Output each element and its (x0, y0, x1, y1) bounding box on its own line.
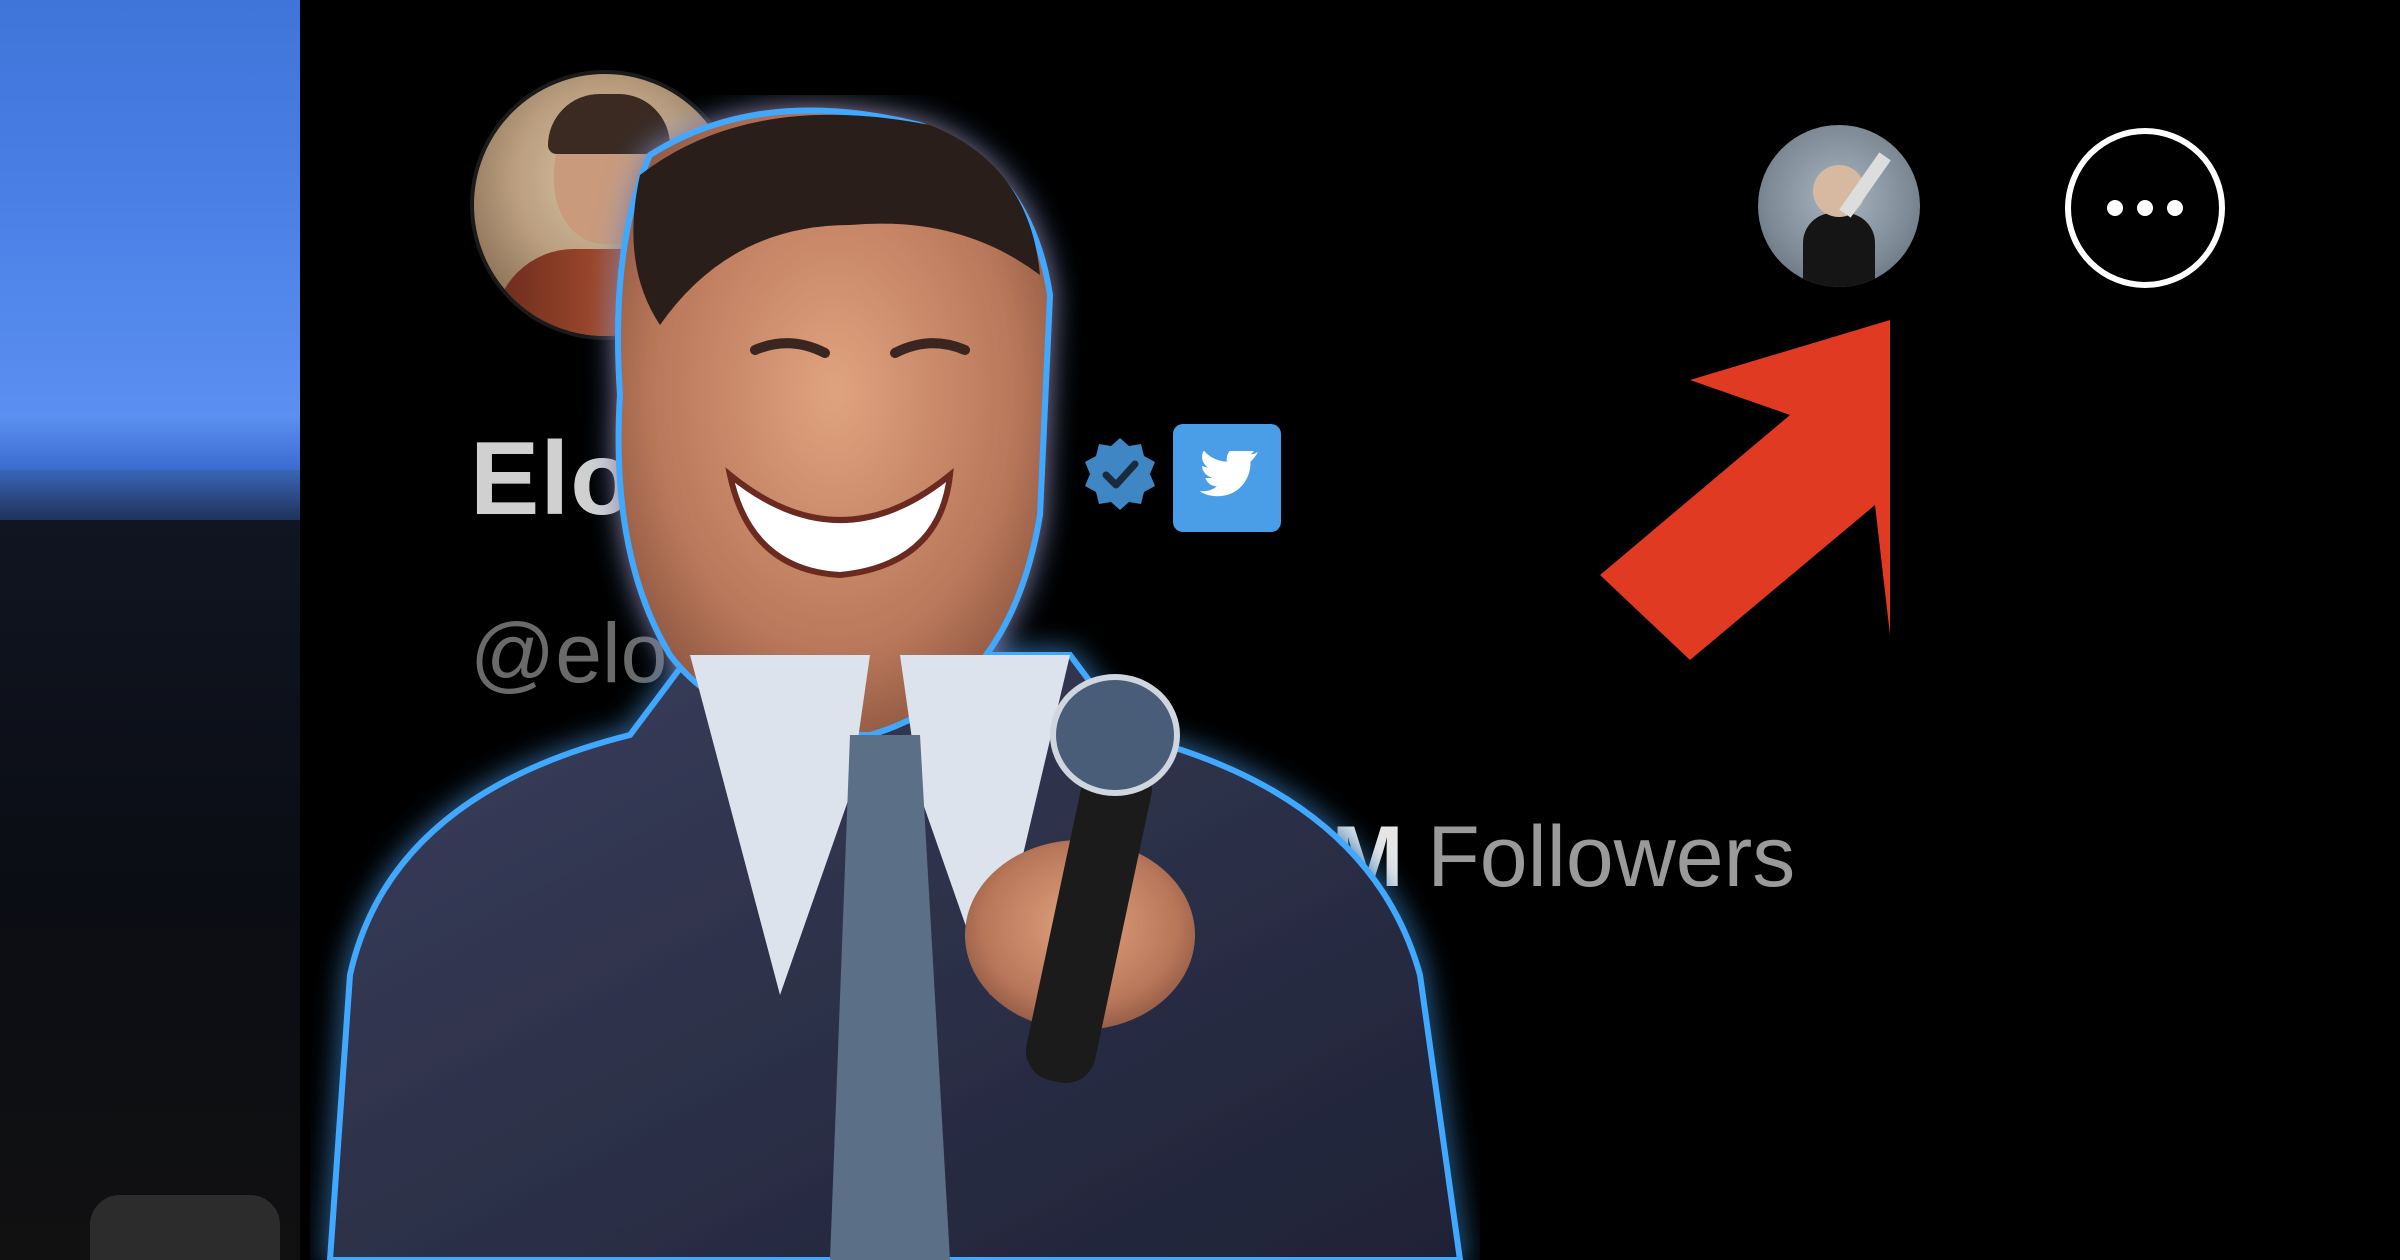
red-arrow-icon (1600, 320, 1890, 660)
more-dot (2137, 200, 2153, 216)
profile-display-name: Elon (470, 421, 700, 537)
profile-avatar[interactable] (470, 70, 740, 340)
thumbnail-canvas: Elon @elo .4M Followers (0, 0, 2400, 1260)
left-background-strip (0, 0, 300, 1260)
child-body (1803, 213, 1875, 287)
avatar-armor (494, 249, 719, 336)
more-options-button[interactable] (2065, 128, 2225, 288)
followers-count: .4M (1260, 809, 1404, 905)
twitter-bird-glyph (1199, 451, 1258, 497)
chair-back (90, 1195, 280, 1260)
more-dot (2107, 200, 2123, 216)
dark-stage-floor (0, 520, 300, 1260)
more-dot (2167, 200, 2183, 216)
twitter-profile-header: Elon @elo .4M Followers (300, 0, 2400, 1260)
followers-stat[interactable]: .4M Followers (1260, 808, 1795, 907)
avatar-hair (548, 94, 670, 154)
followers-label: Followers (1403, 809, 1796, 905)
blurred-blue-backdrop (0, 0, 300, 490)
profile-handle: @elo (470, 606, 668, 700)
account-switcher-avatar[interactable] (1758, 125, 1920, 287)
verified-badge-icon (1085, 438, 1155, 510)
twitter-bird-icon (1173, 424, 1281, 532)
